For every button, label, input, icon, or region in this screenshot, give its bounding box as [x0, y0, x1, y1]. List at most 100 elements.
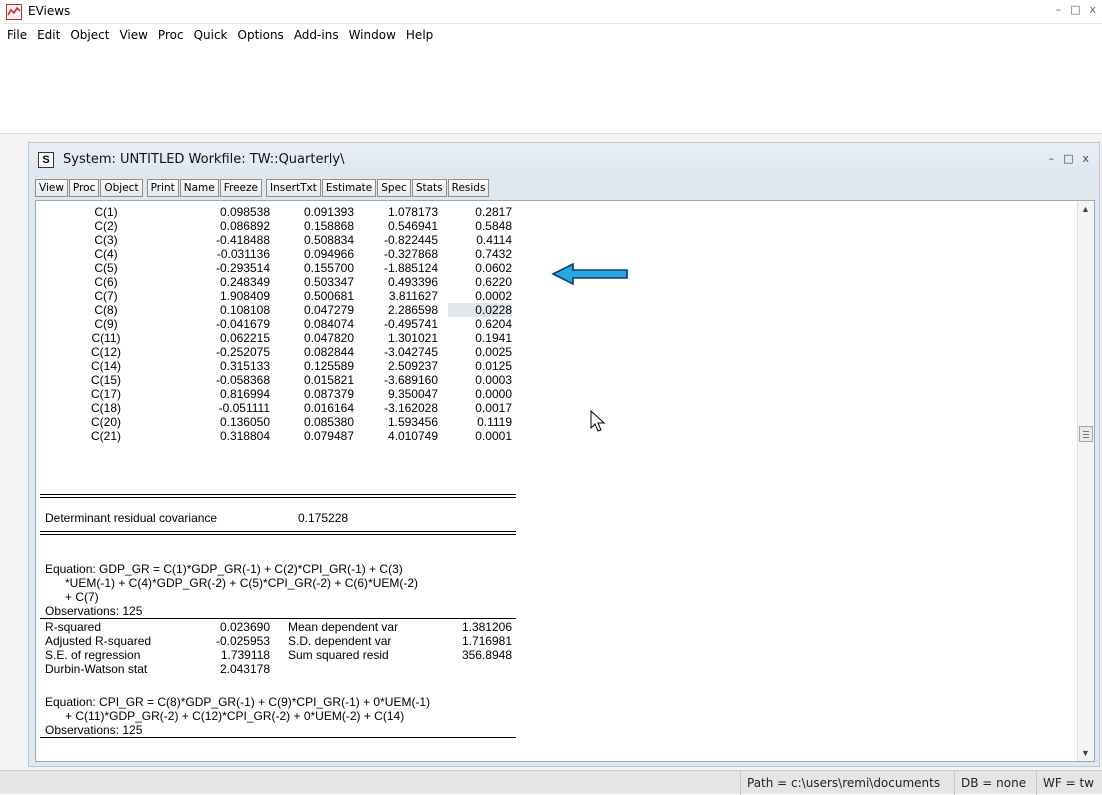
menu-edit[interactable]: Edit — [32, 28, 65, 42]
estimate-button[interactable]: Estimate — [321, 179, 377, 197]
coef-t-stat: 4.010749 — [387, 429, 438, 443]
menu-quick[interactable]: Quick — [189, 28, 233, 42]
coef-value: 0.062215 — [219, 331, 270, 345]
equation2-line: Equation: CPI_GR = C(8)*GDP_GR(-1) + C(9… — [45, 695, 431, 709]
coef-p-value: 0.0001 — [475, 429, 512, 443]
coef-p-value: 0.6220 — [475, 275, 512, 289]
app-window-controls: – □ x — [1056, 3, 1096, 16]
coef-value: 0.816994 — [219, 387, 270, 401]
object-toolbar: View Proc Object Print Name Freeze Inser… — [35, 178, 490, 198]
status-path: Path = c:\users\remi\documents — [740, 771, 954, 795]
inserttxt-button[interactable]: InsertTxt — [265, 179, 321, 197]
object-button[interactable]: Object — [100, 179, 143, 197]
status-db: DB = none — [954, 771, 1036, 795]
coef-p-value: 0.1119 — [477, 415, 512, 429]
stat-value: 1.739118 — [220, 648, 270, 662]
coef-value: -0.031136 — [216, 247, 270, 261]
scroll-up-icon[interactable]: ▲ — [1081, 204, 1090, 214]
coef-p-value: 0.2817 — [475, 205, 512, 219]
coef-t-stat: 0.546941 — [387, 219, 438, 233]
system-object-window: S System: UNTITLED Workfile: TW::Quarter… — [28, 142, 1100, 767]
coef-t-stat: 9.350047 — [387, 387, 438, 401]
menu-help[interactable]: Help — [401, 28, 438, 42]
coef-std-error: 0.047820 — [303, 331, 354, 345]
stat-label: Adjusted R-squared — [45, 634, 152, 648]
equation1-observations: Observations: 125 — [45, 604, 143, 618]
coef-std-error: 0.158868 — [303, 219, 354, 233]
freeze-button[interactable]: Freeze — [219, 179, 262, 197]
coef-std-error: 0.015821 — [303, 373, 354, 387]
coef-t-stat: -0.327868 — [383, 247, 438, 261]
coef-value: 0.318804 — [219, 429, 270, 443]
coef-std-error: 0.091393 — [303, 205, 354, 219]
coef-name: C(5) — [94, 261, 118, 275]
coef-t-stat: -0.822445 — [383, 233, 438, 247]
proc-button[interactable]: Proc — [68, 179, 100, 197]
stat-value: -0.025953 — [215, 634, 270, 648]
menubar: File Edit Object View Proc Quick Options… — [0, 24, 1102, 46]
print-button[interactable]: Print — [146, 179, 179, 197]
maximize-icon[interactable]: □ — [1063, 152, 1073, 165]
stat-label: S.D. dependent var — [288, 634, 392, 648]
determinant-value: 0.175228 — [298, 511, 349, 525]
coef-std-error: 0.047279 — [303, 303, 354, 317]
stat-label: R-squared — [45, 620, 102, 634]
stat-label: Sum squared resid — [288, 648, 389, 662]
menu-options[interactable]: Options — [233, 28, 289, 42]
scrollbar-thumb[interactable] — [1079, 426, 1093, 442]
stat-label: Durbin-Watson stat — [45, 662, 148, 676]
stat-label: S.E. of regression — [45, 648, 141, 662]
maximize-icon[interactable]: □ — [1070, 3, 1080, 16]
object-window-controls: – □ x — [1049, 152, 1089, 165]
close-icon[interactable]: x — [1082, 152, 1089, 165]
stat-value: 2.043178 — [219, 662, 270, 676]
close-icon[interactable]: x — [1089, 3, 1096, 16]
coef-value: -0.252075 — [215, 345, 270, 359]
coef-std-error: 0.155700 — [303, 261, 354, 275]
coef-p-value: 0.7432 — [475, 247, 512, 261]
minimize-icon[interactable]: – — [1056, 3, 1062, 16]
stat-value: 0.023690 — [219, 620, 270, 634]
menu-proc[interactable]: Proc — [153, 28, 189, 42]
equation2-observations: Observations: 125 — [45, 723, 143, 737]
app-titlebar: EViews – □ x — [0, 0, 1102, 24]
coef-p-value: 0.0002 — [475, 289, 512, 303]
coef-std-error: 0.085380 — [303, 415, 354, 429]
menu-view[interactable]: View — [114, 28, 152, 42]
name-button[interactable]: Name — [179, 179, 219, 197]
determinant-label: Determinant residual covariance — [45, 511, 218, 525]
stats-button[interactable]: Stats — [411, 179, 447, 197]
table-divider — [40, 618, 516, 619]
menu-window[interactable]: Window — [344, 28, 401, 42]
coef-value: 0.098538 — [219, 205, 270, 219]
menu-object[interactable]: Object — [65, 28, 114, 42]
coef-p-value: 0.0125 — [475, 359, 512, 373]
scroll-down-icon[interactable]: ▼ — [1081, 748, 1090, 758]
vertical-scrollbar[interactable]: ▲ ▼ — [1077, 201, 1094, 761]
spec-button[interactable]: Spec — [377, 179, 411, 197]
coef-p-value: 0.5848 — [475, 219, 512, 233]
equation1-line: *UEM(-1) + C(4)*GDP_GR(-2) + C(5)*CPI_GR… — [65, 576, 419, 590]
coef-value: 0.315133 — [219, 359, 270, 373]
coef-std-error: 0.503347 — [303, 275, 354, 289]
coef-t-stat: 3.811627 — [388, 289, 438, 303]
system-object-icon: S — [38, 152, 54, 168]
object-title: System: UNTITLED Workfile: TW::Quarterly… — [63, 152, 345, 167]
view-button[interactable]: View — [35, 179, 68, 197]
coef-p-value: 0.0003 — [475, 373, 512, 387]
coef-t-stat: -3.689160 — [383, 373, 438, 387]
coef-p-value: 0.0000 — [475, 387, 512, 401]
coef-std-error: 0.125589 — [303, 359, 354, 373]
menu-file[interactable]: File — [2, 28, 32, 42]
menu-add-ins[interactable]: Add-ins — [289, 28, 344, 42]
coef-t-stat: 2.286598 — [387, 303, 438, 317]
minimize-icon[interactable]: – — [1049, 152, 1055, 165]
coef-value: -0.051111 — [218, 401, 270, 415]
coef-name: C(6) — [94, 275, 118, 289]
coef-std-error: 0.500681 — [303, 289, 354, 303]
resids-button[interactable]: Resids — [447, 179, 490, 197]
coef-value: 0.086892 — [219, 219, 270, 233]
coef-t-stat: -0.495741 — [383, 317, 438, 331]
command-window[interactable] — [0, 46, 1102, 134]
coef-t-stat: 1.301021 — [387, 331, 438, 345]
